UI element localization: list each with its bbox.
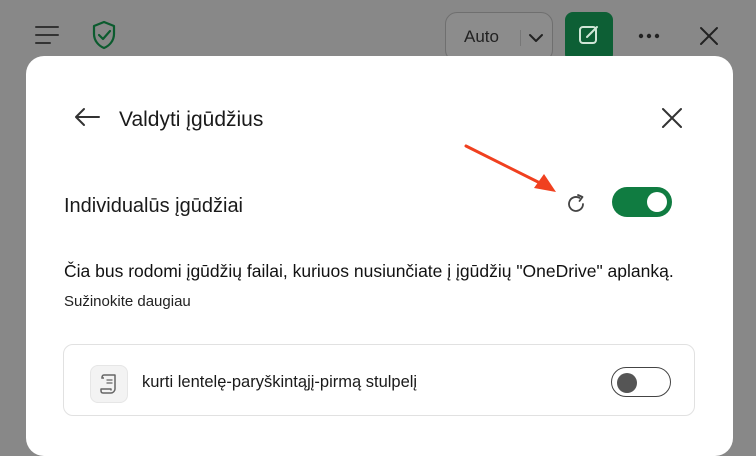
custom-skills-toggle[interactable] — [612, 187, 672, 217]
skill-toggle[interactable] — [611, 367, 671, 397]
back-arrow-icon[interactable] — [70, 102, 104, 132]
manage-skills-panel: Valdyti įgūdžius Individualūs įgūdžiai Č… — [26, 56, 733, 456]
refresh-icon[interactable] — [562, 190, 590, 218]
select-divider — [520, 30, 521, 46]
panel-close-icon[interactable] — [656, 102, 688, 134]
skills-description: Čia bus rodomi įgūdžių failai, kuriuos n… — [64, 261, 674, 281]
skill-item: kurti lentelę-paryškintąjį-pirmą stulpel… — [63, 344, 695, 416]
compose-edit-icon — [577, 23, 601, 52]
custom-skills-title: Individualūs įgūdžiai — [64, 195, 244, 217]
more-dots-icon[interactable] — [633, 22, 665, 50]
shield-check-icon — [88, 18, 120, 52]
close-icon[interactable] — [693, 20, 725, 52]
skill-label: kurti lentelę-paryškintąjį-pirmą stulpel… — [142, 373, 418, 391]
compose-button[interactable] — [565, 12, 613, 62]
chevron-down-icon — [528, 27, 544, 52]
annotation-arrow-icon — [462, 142, 562, 196]
toggle-knob — [647, 192, 667, 212]
auto-select-value: Auto — [464, 27, 499, 46]
script-file-icon — [90, 365, 128, 403]
auto-mode-select[interactable]: Auto — [445, 12, 553, 62]
learn-more-link[interactable]: Sužinokite daugiau — [64, 293, 191, 310]
hamburger-menu-icon[interactable] — [30, 20, 64, 50]
panel-title: Valdyti įgūdžius — [119, 108, 264, 131]
toggle-knob — [617, 372, 637, 393]
